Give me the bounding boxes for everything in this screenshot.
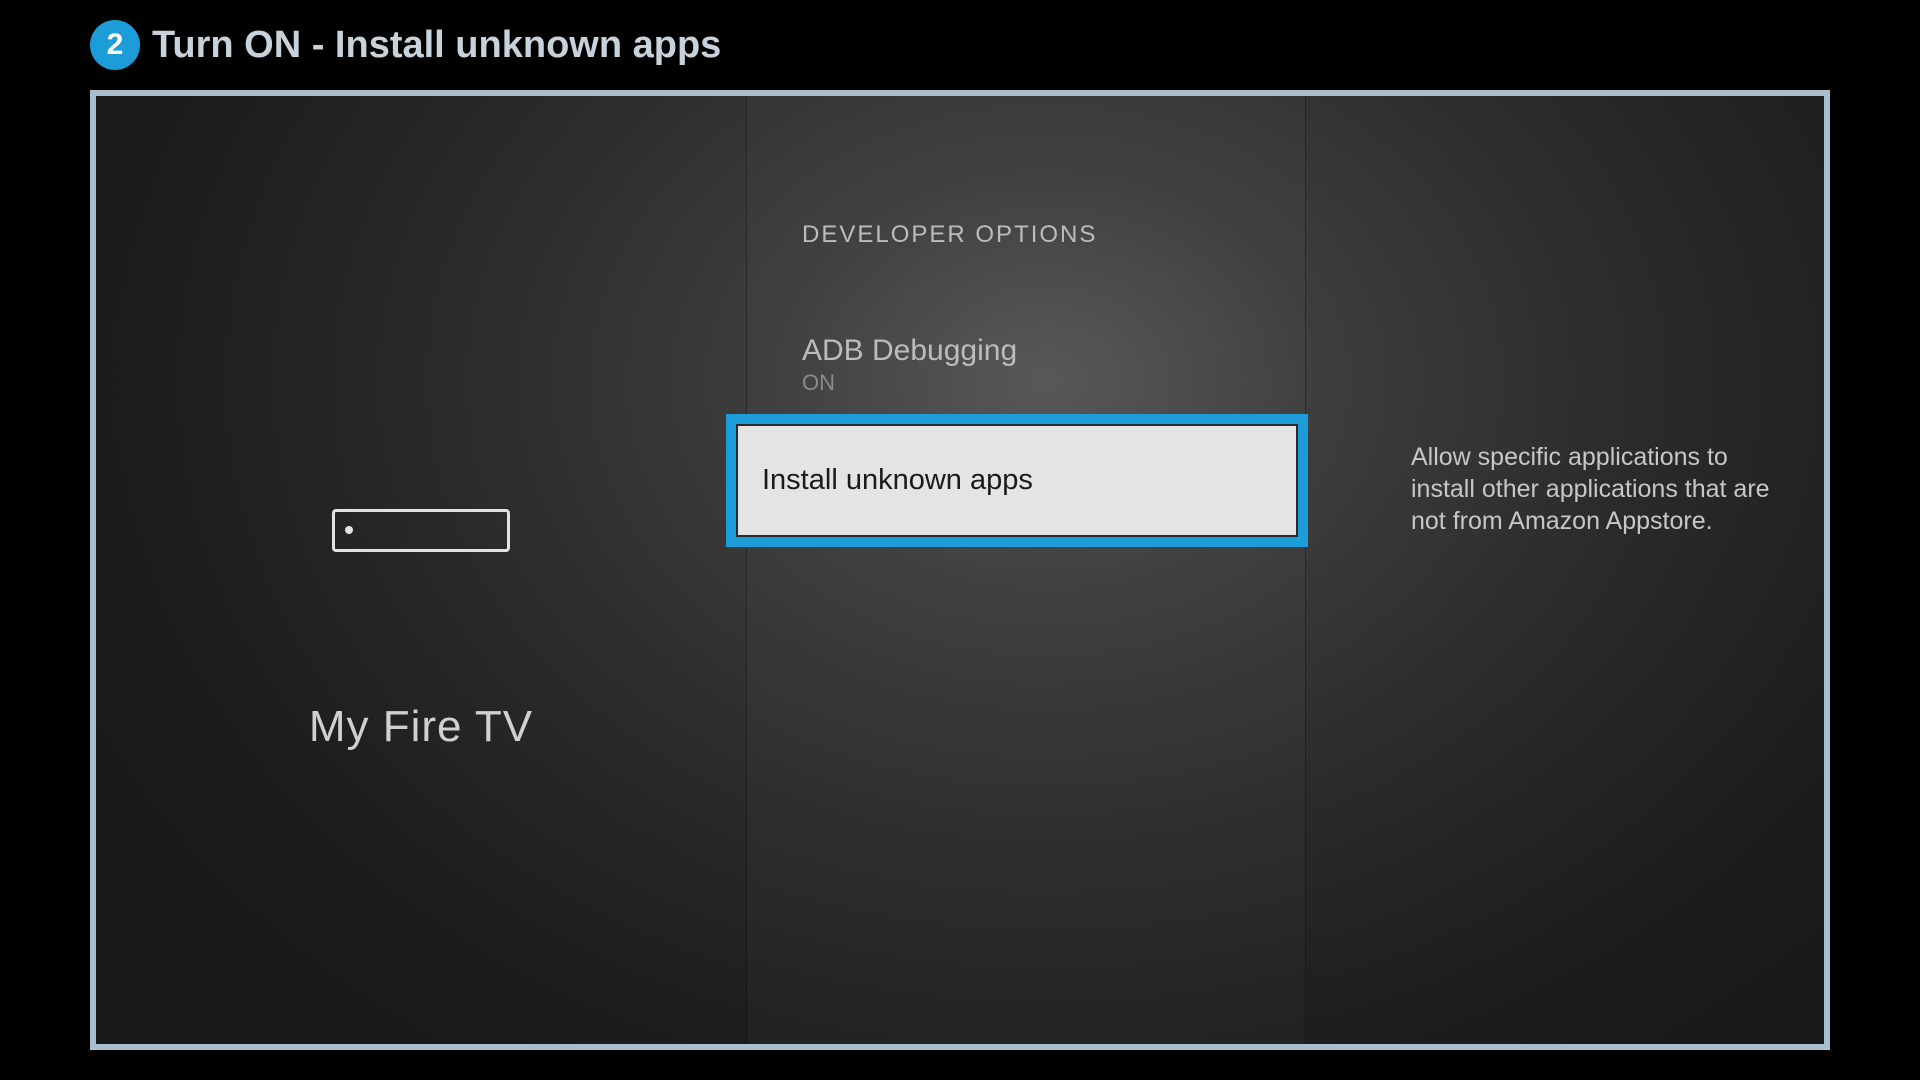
device-indicator-dot xyxy=(345,526,353,534)
step-header: 2 Turn ON - Install unknown apps xyxy=(0,0,1920,90)
setting-item-adb[interactable]: ADB Debugging ON xyxy=(802,334,1305,396)
setting-label-unknown-apps: Install unknown apps xyxy=(762,464,1272,497)
setting-description: Allow specific applications to install o… xyxy=(1411,441,1774,537)
settings-list-panel: DEVELOPER OPTIONS ADB Debugging ON Insta… xyxy=(746,96,1306,1044)
screenshot-frame: My Fire TV DEVELOPER OPTIONS ADB Debuggi… xyxy=(90,90,1830,1050)
left-panel: My Fire TV xyxy=(96,96,746,1044)
section-header: DEVELOPER OPTIONS xyxy=(802,221,1305,249)
step-number-badge: 2 xyxy=(90,20,140,70)
firetv-stick-icon xyxy=(332,509,510,552)
device-label: My Fire TV xyxy=(309,702,533,752)
step-number: 2 xyxy=(107,28,124,62)
description-panel: Allow specific applications to install o… xyxy=(1356,96,1824,1044)
selection-highlight: Install unknown apps xyxy=(726,414,1308,547)
setting-item-unknown-apps[interactable]: Install unknown apps xyxy=(736,424,1298,537)
setting-value-adb: ON xyxy=(802,370,1305,396)
setting-label-adb: ADB Debugging xyxy=(802,334,1305,368)
step-title: Turn ON - Install unknown apps xyxy=(152,24,721,67)
